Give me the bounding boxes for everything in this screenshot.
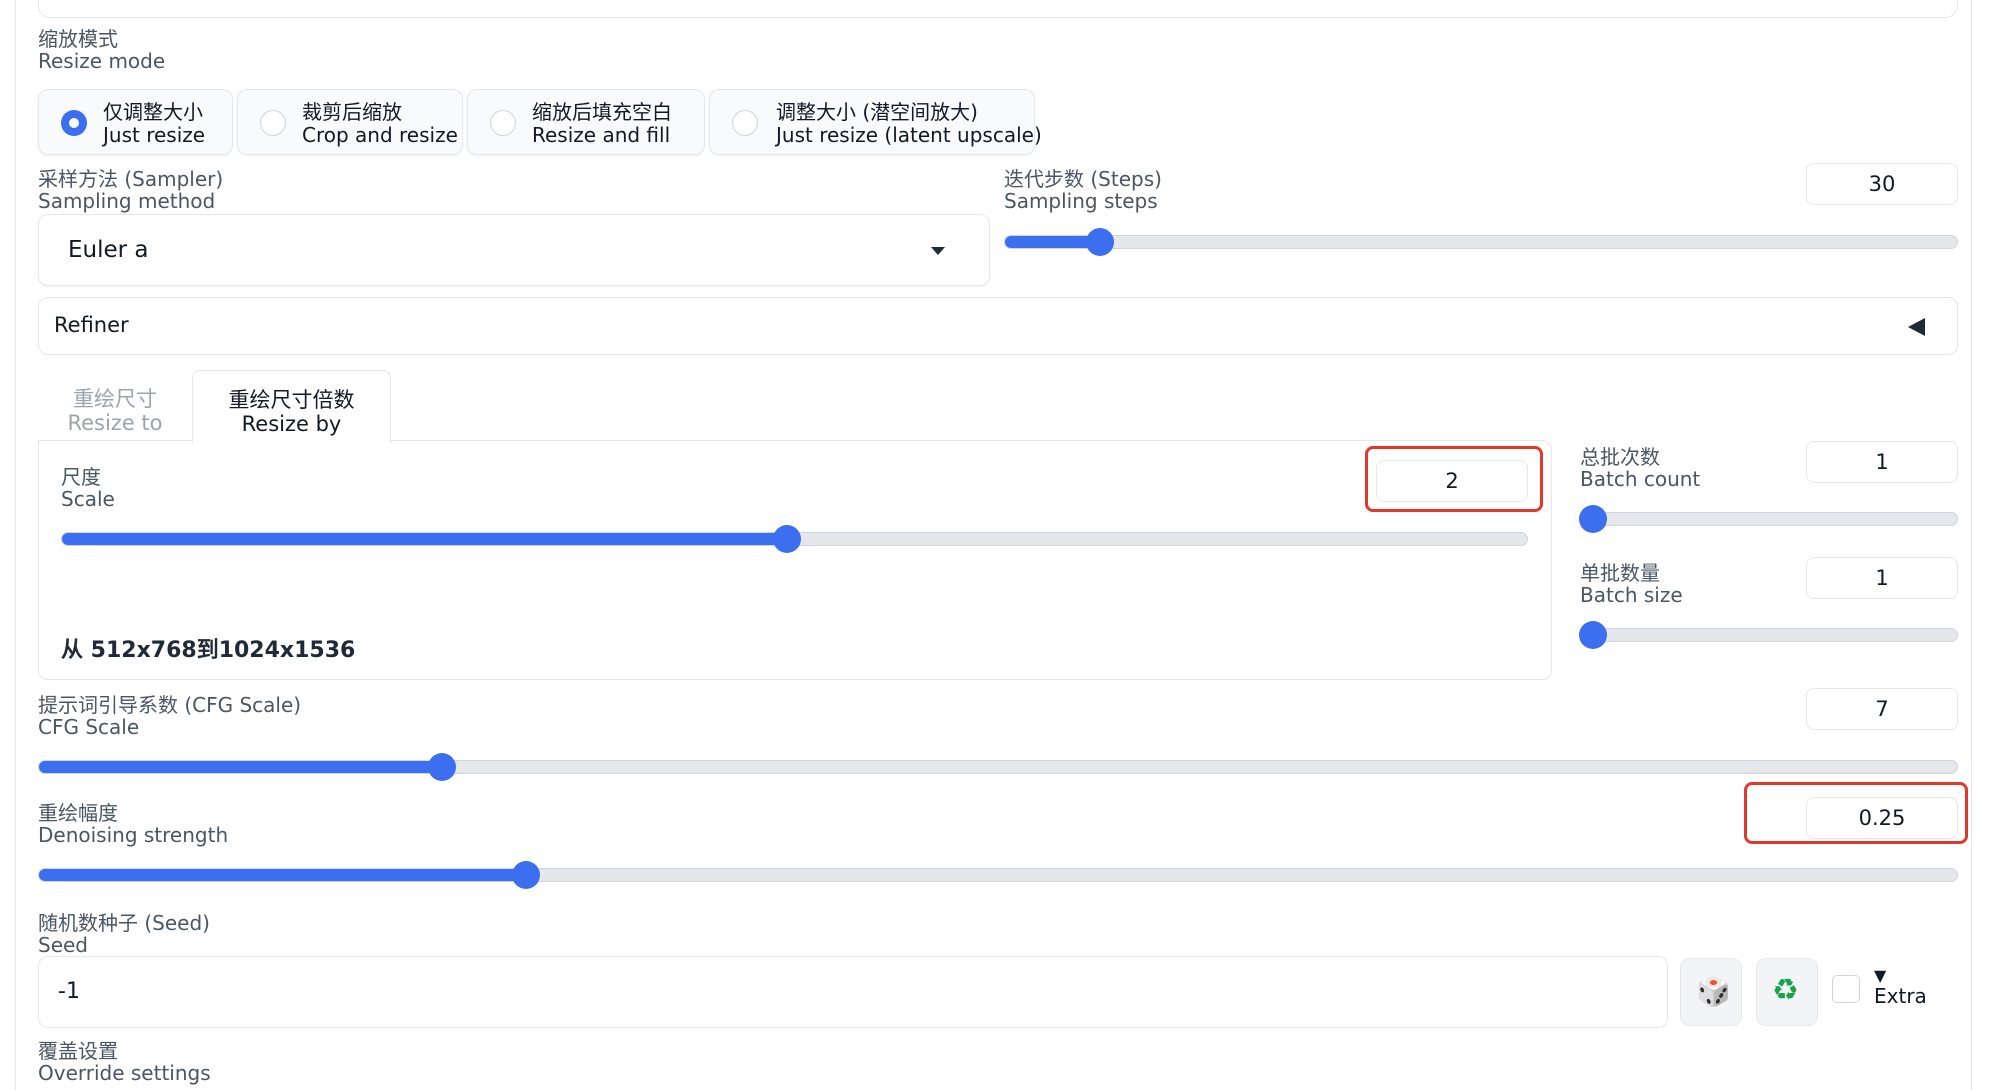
sampler-dropdown[interactable]: Euler a	[38, 214, 990, 286]
radio-just-resize[interactable]: 仅调整大小 Just resize	[38, 89, 233, 155]
batch-count-label-cn: 总批次数	[1580, 445, 1660, 469]
slider-thumb[interactable]	[1579, 621, 1607, 649]
reuse-seed-button[interactable]: ♻	[1756, 958, 1818, 1026]
radio-text: 缩放后填充空白 Resize and fill	[532, 101, 672, 147]
radio-label-en: Just resize (latent upscale)	[776, 123, 1042, 147]
slider-fill	[62, 533, 788, 545]
refiner-accordion[interactable]: Refiner	[38, 297, 1958, 355]
override-label-en: Override settings	[38, 1061, 211, 1085]
scale-label-en: Scale	[61, 487, 115, 511]
recycle-icon: ♻	[1772, 973, 1799, 1008]
dice-icon: 🎲	[1696, 975, 1731, 1008]
batch-count-slider[interactable]	[1579, 505, 1958, 533]
batch-size-input[interactable]: 1	[1806, 557, 1958, 599]
collapse-triangle-icon[interactable]	[1908, 318, 1925, 336]
batch-size-label-cn: 单批数量	[1580, 561, 1660, 585]
steps-slider[interactable]	[1004, 228, 1958, 256]
batch-count-label-en: Batch count	[1580, 467, 1701, 491]
sampler-label-en: Sampling method	[38, 189, 216, 213]
batch-count-label: 总批次数 Batch count	[1580, 446, 1700, 490]
seed-input[interactable]: -1	[38, 956, 1668, 1028]
radio-dot[interactable]	[490, 110, 516, 136]
radio-text: 裁剪后缩放 Crop and resize	[302, 101, 458, 147]
refiner-label: Refiner	[54, 313, 129, 337]
denoise-label-cn: 重绘幅度	[38, 801, 118, 825]
sampler-label: 采样方法 (Sampler) Sampling method	[38, 168, 223, 212]
extra-label: Extra	[1874, 984, 1927, 1008]
radio-label-cn: 仅调整大小	[103, 100, 203, 124]
radio-label-en: Crop and resize	[302, 123, 458, 147]
tab-label-en: Resize to	[67, 411, 163, 435]
radio-label-en: Just resize	[103, 123, 206, 147]
highlight-box-denoise	[1744, 782, 1968, 844]
batch-size-label: 单批数量 Batch size	[1580, 562, 1683, 606]
seed-value: -1	[58, 979, 80, 1004]
override-label: 覆盖设置 Override settings	[38, 1040, 211, 1084]
slider-thumb[interactable]	[1086, 228, 1115, 256]
sampler-value: Euler a	[68, 237, 149, 263]
slider-thumb[interactable]	[1579, 505, 1607, 533]
tab-label-en: Resize by	[241, 412, 342, 436]
slider-fill	[39, 761, 442, 773]
chevron-down-icon[interactable]	[931, 247, 945, 255]
radio-label-cn: 缩放后填充空白	[532, 100, 672, 124]
seed-label-cn: 随机数种子 (Seed)	[38, 911, 210, 935]
cfg-label-en: CFG Scale	[38, 715, 140, 739]
tab-label-cn: 重绘尺寸	[73, 387, 157, 411]
cfg-input[interactable]: 7	[1806, 688, 1958, 730]
radio-label-cn: 裁剪后缩放	[302, 100, 402, 124]
slider-thumb[interactable]	[512, 861, 541, 889]
resize-mode-label: 缩放模式 Resize mode	[38, 28, 165, 72]
triangle-down-icon: ▼	[1874, 966, 1887, 985]
slider-thumb[interactable]	[427, 753, 456, 781]
batch-size-slider[interactable]	[1579, 621, 1958, 649]
steps-label-en: Sampling steps	[1004, 189, 1158, 213]
radio-dot[interactable]	[732, 110, 758, 136]
batch-size-label-en: Batch size	[1580, 583, 1683, 607]
scale-label-cn: 尺度	[61, 465, 101, 489]
radio-resize-and-fill[interactable]: 缩放后填充空白 Resize and fill	[467, 89, 705, 155]
scale-slider[interactable]	[61, 525, 1528, 553]
radio-crop-and-resize[interactable]: 裁剪后缩放 Crop and resize	[237, 89, 463, 155]
radio-label-cn: 调整大小 (潜空间放大)	[776, 100, 978, 124]
radio-text: 仅调整大小 Just resize	[103, 101, 205, 147]
highlight-box-scale	[1365, 446, 1543, 512]
tab-label-cn: 重绘尺寸倍数	[228, 388, 355, 412]
tab-resize-to[interactable]: 重绘尺寸 Resize to	[48, 370, 182, 442]
denoise-label: 重绘幅度 Denoising strength	[38, 802, 228, 846]
steps-label-cn: 迭代步数 (Steps)	[1004, 167, 1162, 191]
cfg-label-cn: 提示词引导系数 (CFG Scale)	[38, 693, 302, 717]
cfg-label: 提示词引导系数 (CFG Scale) CFG Scale	[38, 694, 301, 738]
steps-label: 迭代步数 (Steps) Sampling steps	[1004, 168, 1162, 212]
resize-mode-label-cn: 缩放模式	[38, 27, 118, 51]
steps-input[interactable]: 30	[1806, 163, 1958, 205]
extra-checkbox[interactable]	[1832, 975, 1860, 1003]
previous-field[interactable]	[38, 0, 1958, 18]
radio-latent-upscale[interactable]: 调整大小 (潜空间放大) Just resize (latent upscale…	[709, 89, 1042, 155]
extra-toggle[interactable]: ▼ Extra	[1874, 966, 1927, 1009]
slider-thumb[interactable]	[773, 525, 802, 553]
resize-mode-label-en: Resize mode	[38, 49, 166, 73]
denoise-slider[interactable]	[38, 861, 1958, 889]
random-seed-button[interactable]: 🎲	[1680, 958, 1742, 1026]
seed-label-en: Seed	[38, 933, 88, 957]
resize-info-text: 从 512x768到1024x1536	[61, 638, 356, 663]
tab-resize-by[interactable]: 重绘尺寸倍数 Resize by	[192, 370, 391, 443]
slider-fill	[39, 869, 527, 881]
sampler-label-cn: 采样方法 (Sampler)	[38, 167, 224, 191]
cfg-slider[interactable]	[38, 753, 1958, 781]
radio-text: 调整大小 (潜空间放大) Just resize (latent upscale…	[776, 101, 1042, 147]
batch-count-input[interactable]: 1	[1806, 441, 1958, 483]
radio-label-en: Resize and fill	[532, 123, 671, 147]
denoise-label-en: Denoising strength	[38, 823, 229, 847]
seed-label: 随机数种子 (Seed) Seed	[38, 912, 210, 956]
override-label-cn: 覆盖设置	[38, 1039, 118, 1063]
radio-dot[interactable]	[260, 110, 286, 136]
radio-dot[interactable]	[61, 110, 87, 136]
scale-label: 尺度 Scale	[61, 466, 115, 510]
